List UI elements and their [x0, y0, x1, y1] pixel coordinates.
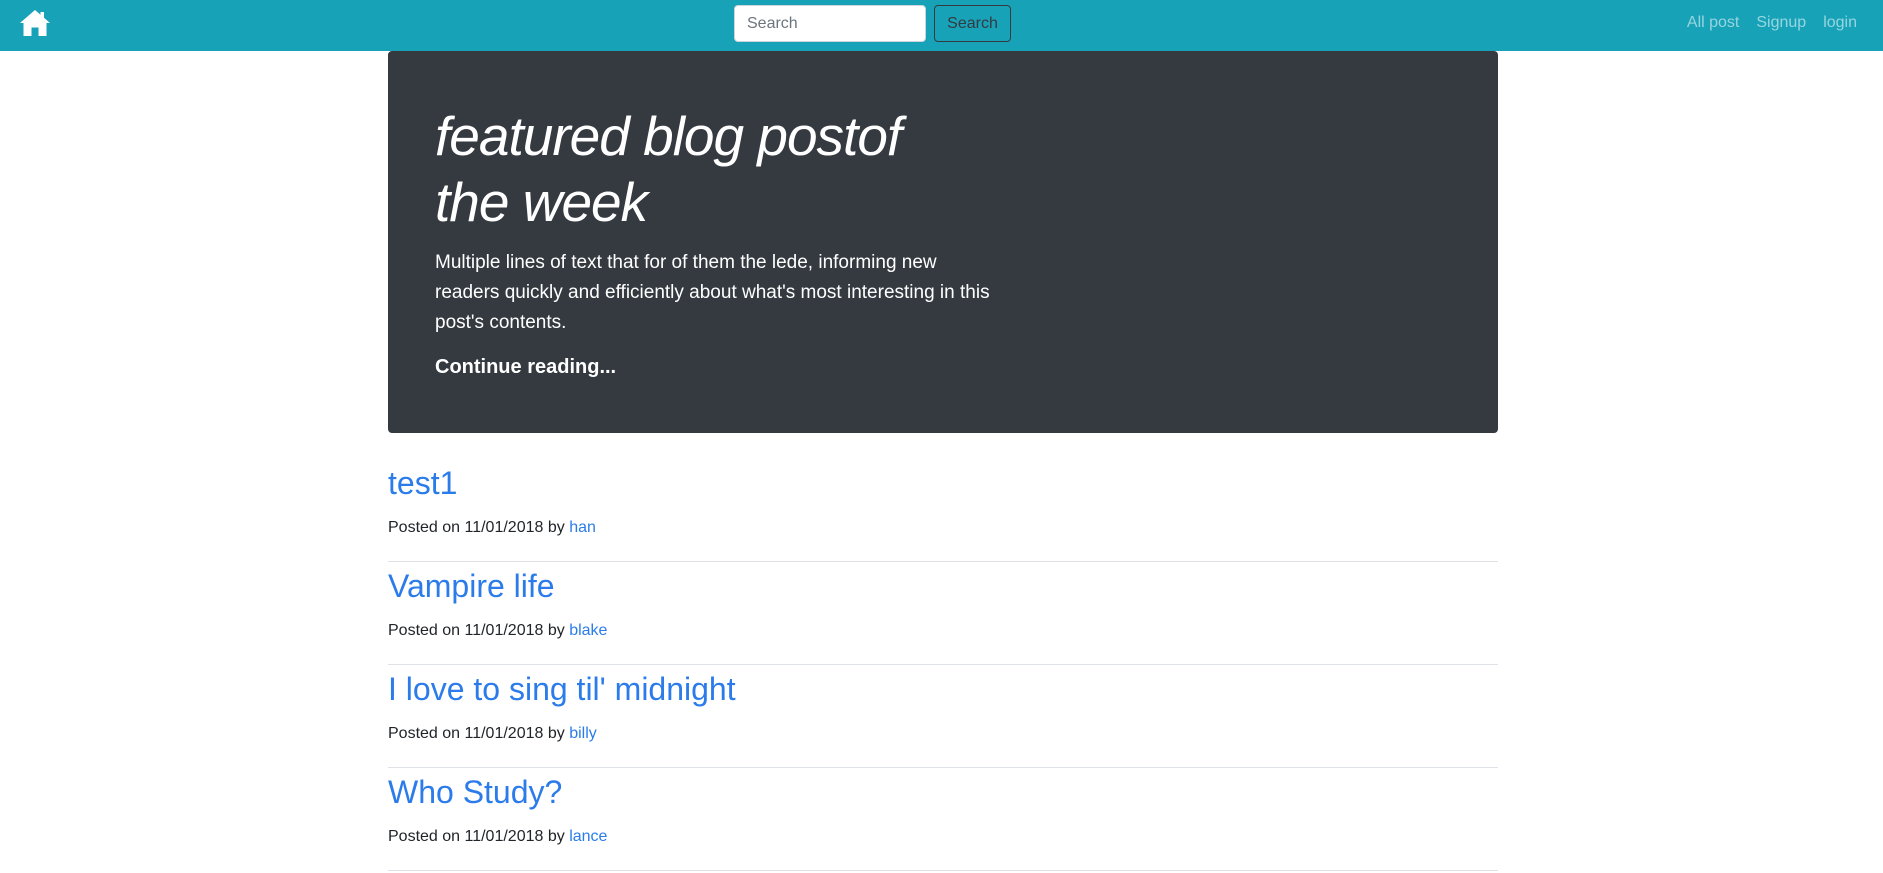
post-item: test1 Posted on 11/01/2018 by han	[388, 459, 1498, 562]
post-author-link[interactable]: billy	[569, 725, 597, 742]
post-item: I love to sing til' midnight Posted on 1…	[388, 665, 1498, 768]
top-navbar: Search All post Signup login	[0, 0, 1883, 51]
post-meta: Posted on 11/01/2018 by lance	[388, 828, 607, 846]
search-input[interactable]	[734, 5, 926, 42]
featured-post-lede: Multiple lines of text that for of them …	[435, 252, 990, 333]
post-date-text: Posted on 11/01/2018 by	[388, 828, 565, 845]
post-author-link[interactable]: blake	[569, 622, 607, 639]
post-date-text: Posted on 11/01/2018 by	[388, 622, 565, 639]
post-date-text: Posted on 11/01/2018 by	[388, 725, 565, 742]
post-meta: Posted on 11/01/2018 by blake	[388, 622, 607, 640]
post-title-link[interactable]: Vampire life	[388, 568, 555, 605]
post-item: Vampire life Posted on 11/01/2018 by bla…	[388, 562, 1498, 665]
post-author-link[interactable]: lance	[569, 828, 607, 845]
continue-reading-link[interactable]: Continue reading...	[435, 356, 616, 379]
search-button[interactable]: Search	[934, 5, 1011, 42]
post-title-link[interactable]: test1	[388, 465, 457, 502]
nav-link-login[interactable]: login	[1823, 14, 1857, 32]
nav-links: All post Signup login	[1687, 14, 1857, 32]
post-item: Who Study? Posted on 11/01/2018 by lance	[388, 768, 1498, 871]
post-meta: Posted on 11/01/2018 by han	[388, 519, 596, 537]
featured-post-title: featured blog postof the week	[435, 105, 902, 233]
post-title-link[interactable]: Who Study?	[388, 774, 562, 811]
nav-link-all-post[interactable]: All post	[1687, 14, 1739, 32]
home-icon[interactable]	[19, 9, 51, 37]
post-date-text: Posted on 11/01/2018 by	[388, 519, 565, 536]
post-author-link[interactable]: han	[569, 519, 596, 536]
post-meta: Posted on 11/01/2018 by billy	[388, 725, 597, 743]
nav-link-signup[interactable]: Signup	[1756, 14, 1806, 32]
featured-post: featured blog postof the week Multiple l…	[388, 51, 1498, 433]
post-title-link[interactable]: I love to sing til' midnight	[388, 671, 736, 708]
